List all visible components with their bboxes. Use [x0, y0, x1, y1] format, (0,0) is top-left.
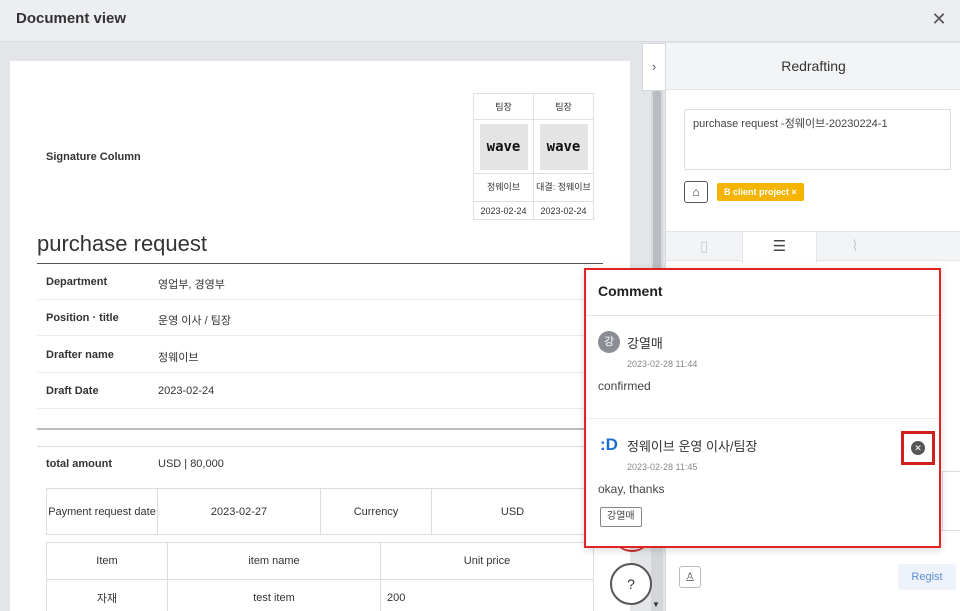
close-icon[interactable]: ✕ — [928, 8, 950, 30]
info-key: Department — [46, 276, 108, 288]
signature-role: 팀장 — [473, 93, 534, 120]
section-divider — [37, 446, 603, 447]
items-cell: 자재 — [46, 579, 168, 611]
delete-highlight: ✕ — [901, 431, 935, 465]
items-cell: 200 — [380, 579, 594, 611]
caret-down-icon: ▼ — [652, 600, 660, 609]
chevron-right-icon[interactable]: › — [642, 43, 665, 91]
info-value: 정웨이브 — [158, 352, 199, 364]
signature-role: 팀장 — [533, 93, 594, 120]
items-header: item name — [167, 542, 381, 580]
total-key: total amount — [46, 458, 112, 470]
items-cell: test item — [167, 579, 381, 611]
payment-date-value: 2023-02-27 — [157, 488, 321, 535]
signature-date: 2023-02-24 — [473, 201, 534, 220]
info-row: Drafter name 정웨이브 — [37, 337, 603, 373]
comment-author: 강열매 — [627, 336, 663, 351]
comment-message: confirmed — [598, 379, 651, 393]
info-row: Position · title 운영 이사 / 팀장 — [37, 300, 603, 336]
regist-button[interactable]: Regist — [898, 564, 956, 590]
info-row: Department 영업부, 경영부 — [37, 264, 603, 300]
comment-item: 강 강열매 2023-02-28 11:44 confirmed — [586, 317, 939, 419]
avatar: 강 — [598, 331, 620, 353]
tag-chip[interactable]: B client project × — [717, 183, 804, 201]
signature-name: 대결: 정웨이브 — [533, 173, 594, 202]
items-header: Unit price — [380, 542, 594, 580]
scrollbar-thumb[interactable] — [653, 90, 661, 270]
window-title: Document view — [16, 10, 127, 27]
help-icon[interactable]: ? — [610, 563, 652, 605]
total-value: USD | 80,000 — [158, 458, 224, 470]
comment-author: 정웨이브 운영 이사/팀장 — [627, 439, 758, 454]
info-value: 운영 이사 / 팀장 — [158, 315, 231, 327]
payment-date-label: Payment request date — [46, 488, 158, 535]
popup-header: Comment — [586, 270, 939, 316]
comment-time: 2023-02-28 11:44 — [627, 359, 698, 369]
tag-icon[interactable]: ⌂ — [684, 181, 708, 203]
comment-popup: Comment 강 강열매 2023-02-28 11:44 confirmed… — [584, 268, 941, 548]
info-key: Drafter name — [46, 349, 114, 361]
signature-stamp: wave — [539, 123, 588, 170]
payment-table: Payment request date 2023-02-27 Currency… — [46, 488, 594, 535]
document-title: purchase request — [37, 231, 207, 256]
info-key: Draft Date — [46, 385, 99, 397]
subject-field[interactable]: purchase request -정웨이브-20230224-1 — [684, 109, 951, 170]
document-icon[interactable]: ▯ — [666, 232, 742, 262]
attachment-icon[interactable]: ⌇ — [817, 232, 893, 262]
comment-item: :D 정웨이브 운영 이사/팀장 2023-02-28 11:45 okay, … — [586, 420, 939, 546]
comment-icon[interactable]: ☰ — [742, 232, 817, 263]
info-key: Position · title — [46, 312, 119, 324]
section-divider — [37, 428, 603, 430]
signature-stamp: wave — [479, 123, 528, 170]
signature-name: 정웨이브 — [473, 173, 534, 202]
items-header: Item — [46, 542, 168, 580]
items-table: Item item name Unit price 자재 test item 2… — [46, 542, 594, 611]
mention-chip[interactable]: 강열매 — [600, 507, 642, 527]
comment-time: 2023-02-28 11:45 — [627, 462, 698, 472]
currency-value: USD — [431, 488, 594, 535]
currency-label: Currency — [320, 488, 432, 535]
comment-input-edge — [942, 471, 960, 531]
signature-date: 2023-02-24 — [533, 201, 594, 220]
popup-title: Comment — [598, 283, 663, 299]
info-row: Draft Date 2023-02-24 — [37, 373, 603, 409]
signature-label: Signature Column — [46, 151, 141, 163]
signature-table: 팀장 팀장 wave wave 정웨이브 대결: 정웨이브 2023-02-24… — [473, 93, 594, 220]
panel-tabs: ▯ ☰ ⌇ — [666, 231, 960, 263]
window-titlebar: Document view ✕ — [0, 0, 960, 42]
info-value: 2023-02-24 — [158, 385, 215, 397]
delete-comment-icon[interactable]: ✕ — [911, 441, 925, 455]
total-amount-row: total amount USD | 80,000 — [37, 456, 603, 476]
panel-header: Redrafting — [666, 43, 960, 90]
comment-message: okay, thanks — [598, 482, 665, 496]
user-mention-icon[interactable]: ♙ — [679, 566, 701, 588]
info-value: 영업부, 경영부 — [158, 279, 225, 291]
avatar: :D — [598, 434, 620, 456]
